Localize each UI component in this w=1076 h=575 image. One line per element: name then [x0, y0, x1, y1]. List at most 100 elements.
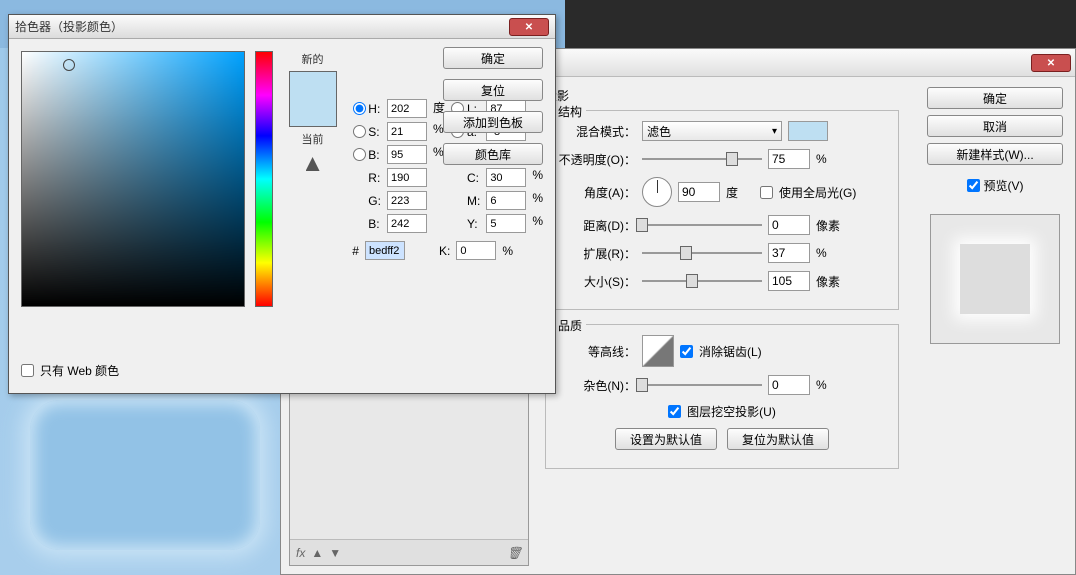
angle-unit: 度 — [726, 184, 754, 201]
contour-swatch[interactable] — [642, 335, 674, 367]
fx-icon[interactable]: fx — [296, 546, 305, 560]
bv-input[interactable] — [387, 145, 427, 164]
global-light-checkbox[interactable] — [760, 186, 773, 199]
bv-label: B: — [352, 145, 381, 164]
row-contour: 等高线： 消除锯齿(L) — [558, 335, 886, 367]
contour-label: 等高线： — [558, 343, 636, 360]
spread-label: 扩展(R)： — [558, 245, 636, 262]
close-icon[interactable] — [509, 18, 549, 36]
hex-label: # — [352, 244, 359, 258]
k-input[interactable] — [456, 241, 496, 260]
knockout-label: 图层挖空投影(U) — [687, 403, 776, 420]
antialias-checkbox[interactable] — [680, 345, 693, 358]
s-input[interactable] — [387, 122, 427, 141]
bb-input[interactable] — [387, 214, 427, 233]
reset-default-button[interactable]: 复位为默认值 — [727, 428, 829, 450]
color-picker-buttons: 确定 复位 添加到色板 颜色库 — [443, 47, 543, 165]
distance-unit: 像素 — [816, 217, 844, 234]
sv-cursor[interactable] — [63, 59, 75, 71]
picker-ok-button[interactable]: 确定 — [443, 47, 543, 69]
m-input[interactable] — [486, 191, 526, 210]
noise-slider[interactable] — [642, 378, 762, 392]
angle-input[interactable] — [678, 182, 720, 202]
web-colors-checkbox[interactable] — [21, 364, 34, 377]
close-icon[interactable] — [1031, 54, 1071, 72]
g-input[interactable] — [387, 191, 427, 210]
hue-slider[interactable] — [255, 51, 273, 307]
c-label: C: — [451, 168, 480, 187]
r-input[interactable] — [387, 168, 427, 187]
size-label: 大小(S)： — [558, 273, 636, 290]
style-ok-button[interactable]: 确定 — [927, 87, 1063, 109]
noise-unit: % — [816, 378, 844, 392]
blend-mode-select[interactable]: 滤色 — [642, 121, 782, 141]
saturation-value-field[interactable] — [21, 51, 245, 307]
current-color-label: 当前 — [302, 131, 324, 147]
color-compare-swatch[interactable] — [289, 71, 337, 127]
blend-mode-label: 混合模式： — [558, 123, 636, 140]
style-settings-panel: 投影 结构 混合模式： 滤色 不透明度(O)： % 角度(A)： — [529, 77, 915, 574]
set-default-button[interactable]: 设置为默认值 — [615, 428, 717, 450]
size-unit: 像素 — [816, 273, 844, 290]
opacity-input[interactable] — [768, 149, 810, 169]
angle-dial[interactable] — [642, 177, 672, 207]
row-opacity: 不透明度(O)： % — [558, 149, 886, 169]
color-library-button[interactable]: 颜色库 — [443, 143, 543, 165]
spread-slider[interactable] — [642, 246, 762, 260]
structure-legend: 结构 — [554, 103, 586, 120]
knockout-checkbox[interactable] — [668, 405, 681, 418]
preview-checkbox[interactable] — [967, 179, 980, 192]
g-label: G: — [352, 191, 381, 210]
color-picker-titlebar[interactable]: 拾色器（投影颜色） — [9, 15, 555, 39]
row-size: 大小(S)： 像素 — [558, 271, 886, 291]
noise-input[interactable] — [768, 375, 810, 395]
new-style-button[interactable]: 新建样式(W)... — [927, 143, 1063, 165]
s-radio[interactable] — [353, 125, 366, 138]
size-slider[interactable] — [642, 274, 762, 288]
style-cancel-button[interactable]: 取消 — [927, 115, 1063, 137]
color-picker-title: 拾色器（投影颜色） — [15, 18, 509, 35]
row-spread: 扩展(R)： % — [558, 243, 886, 263]
structure-fieldset: 结构 混合模式： 滤色 不透明度(O)： % 角度(A)： 度 — [545, 110, 899, 310]
current-color-swatch — [290, 99, 336, 126]
trash-icon[interactable]: 🗑 — [507, 546, 522, 560]
new-color-label: 新的 — [302, 51, 324, 67]
opacity-slider[interactable] — [642, 152, 762, 166]
row-blend-mode: 混合模式： 滤色 — [558, 121, 886, 141]
web-colors-only: 只有 Web 颜色 — [21, 362, 119, 379]
r-label: R: — [352, 168, 381, 187]
quality-legend: 品质 — [554, 317, 586, 334]
hex-input[interactable] — [365, 241, 405, 260]
up-arrow-icon[interactable]: ▲ — [311, 546, 323, 560]
style-right-panel: 确定 取消 新建样式(W)... 预览(V) — [915, 77, 1075, 574]
new-color-swatch — [290, 72, 336, 99]
preview-label: 预览(V) — [984, 177, 1024, 194]
shadow-color-swatch[interactable] — [788, 121, 828, 141]
y-input[interactable] — [486, 214, 526, 233]
spread-input[interactable] — [768, 243, 810, 263]
down-arrow-icon[interactable]: ▼ — [329, 546, 341, 560]
h-radio[interactable] — [353, 102, 366, 115]
row-noise: 杂色(N)： % — [558, 375, 886, 395]
style-list-footer: fx ▲ ▼ 🗑 — [290, 539, 528, 565]
global-light-label: 使用全局光(G) — [779, 184, 856, 201]
hex-row: # K: % — [352, 241, 543, 260]
row-defaults: 设置为默认值 复位为默认值 — [558, 428, 886, 450]
m-label: M: — [451, 191, 480, 210]
add-swatch-button[interactable]: 添加到色板 — [443, 111, 543, 133]
size-input[interactable] — [768, 271, 810, 291]
row-distance: 距离(D)： 像素 — [558, 215, 886, 235]
distance-slider[interactable] — [642, 218, 762, 232]
noise-label: 杂色(N)： — [558, 377, 636, 394]
h-input[interactable] — [387, 99, 427, 118]
c-input[interactable] — [486, 168, 526, 187]
gamut-warning-icon[interactable] — [306, 157, 320, 171]
bg-preview-glow — [30, 400, 260, 550]
picker-reset-button[interactable]: 复位 — [443, 79, 543, 101]
bv-radio[interactable] — [353, 148, 366, 161]
distance-label: 距离(D)： — [558, 217, 636, 234]
section-title: 投影 — [545, 87, 899, 104]
color-picker-dialog: 拾色器（投影颜色） 新的 当前 H: 度 L: S: % a: B: — [8, 14, 556, 394]
distance-input[interactable] — [768, 215, 810, 235]
preview-box — [930, 214, 1060, 344]
